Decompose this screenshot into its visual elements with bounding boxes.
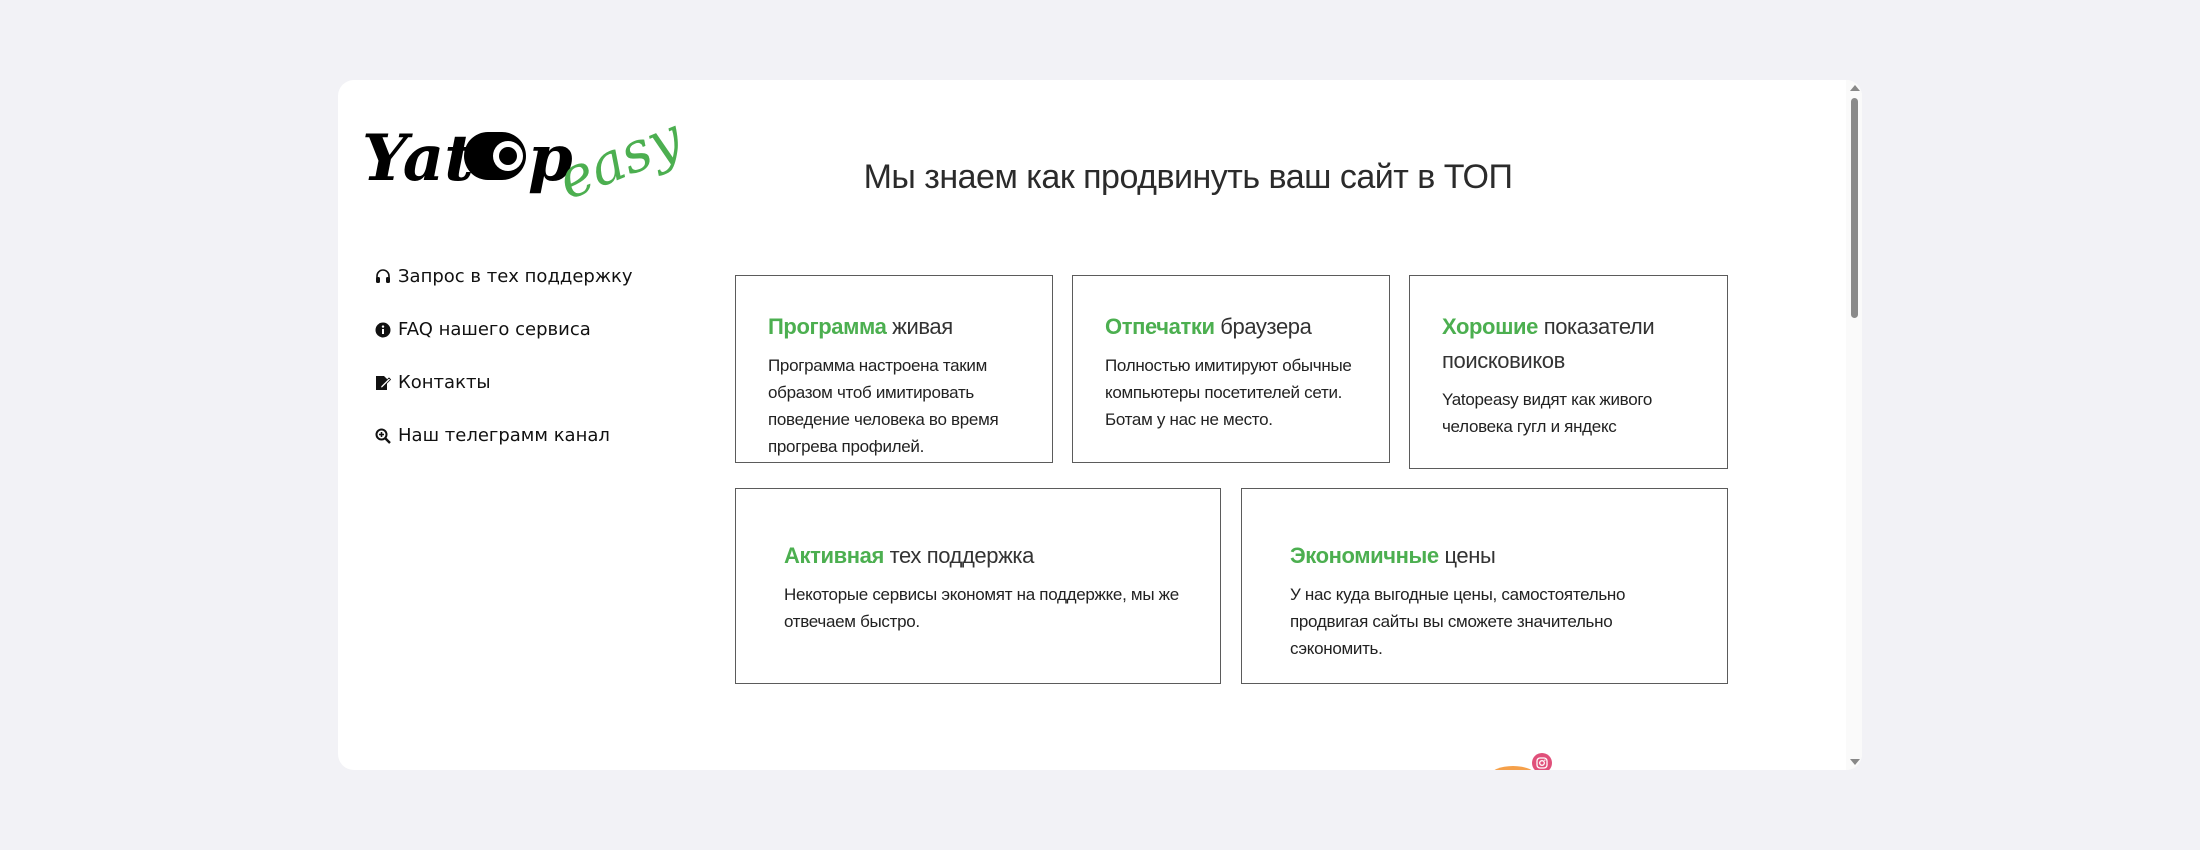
feature-card: Отпечатки браузера Полностью имитируют о… — [1072, 275, 1390, 463]
instagram-icon[interactable] — [1532, 753, 1552, 770]
feature-title-accent: Программа — [768, 314, 887, 339]
feature-title: Программа живая — [768, 310, 1022, 344]
feature-text: Yatopeasy видят как живого человека гугл… — [1442, 390, 1653, 436]
feature-title: Экономичные цены — [1290, 539, 1687, 573]
feature-title-rest: браузера — [1214, 314, 1312, 339]
nav-item-label: Контакты — [398, 372, 491, 393]
edit-document-icon — [374, 374, 392, 392]
scroll-up-arrow-icon[interactable] — [1850, 85, 1860, 91]
headset-icon — [374, 268, 392, 286]
feature-card: Экономичные цены У нас куда выгодные цен… — [1241, 488, 1728, 684]
page-headline: Мы знаем как продвинуть ваш сайт в ТОП — [863, 158, 1513, 196]
info-circle-icon — [374, 321, 392, 339]
feature-title: Хорошие показатели поисковиков — [1442, 310, 1697, 378]
feature-card: Активная тех поддержка Некоторые сервисы… — [735, 488, 1221, 684]
logo-graphic: Yat p easy — [362, 105, 692, 213]
nav-item-faq[interactable]: FAQ нашего сервиса — [374, 303, 674, 356]
nav-item-label: FAQ нашего сервиса — [398, 319, 591, 340]
nav-item-label: Наш телеграмм канал — [398, 425, 610, 446]
site-logo[interactable]: Yat p easy — [362, 102, 692, 213]
feature-title-accent: Хорошие — [1442, 314, 1538, 339]
page-scrollbar[interactable] — [1846, 80, 1862, 770]
feature-title-accent: Активная — [784, 543, 884, 568]
feature-title: Активная тех поддержка — [784, 539, 1180, 573]
feature-text: Некоторые сервисы экономят на поддержке,… — [784, 585, 1179, 631]
scroll-thumb[interactable] — [1851, 98, 1858, 318]
nav-item-telegram[interactable]: Наш телеграмм канал — [374, 409, 674, 462]
feature-title-rest: живая — [886, 314, 953, 339]
floating-chat-bubble[interactable] — [1490, 766, 1536, 770]
feature-text: Полностью имитируют обычные компьютеры п… — [1105, 356, 1352, 429]
scroll-down-arrow-icon[interactable] — [1850, 759, 1860, 765]
feature-card: Программа живая Программа настроена таки… — [735, 275, 1053, 463]
logo-text-easy: easy — [549, 105, 682, 202]
feature-title-accent: Отпечатки — [1105, 314, 1215, 339]
feature-title-accent: Экономичные — [1290, 543, 1439, 568]
feature-title-rest: цены — [1438, 543, 1496, 568]
feature-text: У нас куда выгодные цены, самостоятельно… — [1290, 585, 1626, 658]
nav-item-contacts[interactable]: Контакты — [374, 356, 674, 409]
feature-title: Отпечатки браузера — [1105, 310, 1359, 344]
feature-title-rest: тех поддержка — [883, 543, 1035, 568]
feature-text: Программа настроена таким образом чтоб и… — [768, 356, 999, 456]
sidebar-nav: Запрос в тех поддержку FAQ нашего сервис… — [374, 250, 674, 462]
nav-item-label: Запрос в тех поддержку — [398, 266, 633, 287]
search-plus-icon — [374, 427, 392, 445]
nav-item-support-request[interactable]: Запрос в тех поддержку — [374, 250, 674, 303]
feature-card: Хорошие показатели поисковиков Yatopeasy… — [1409, 275, 1728, 469]
browser-window: Yat p easy Запрос в тех поддержку FAQ на… — [338, 80, 1862, 770]
logo-text-yat: Yat — [362, 121, 474, 196]
